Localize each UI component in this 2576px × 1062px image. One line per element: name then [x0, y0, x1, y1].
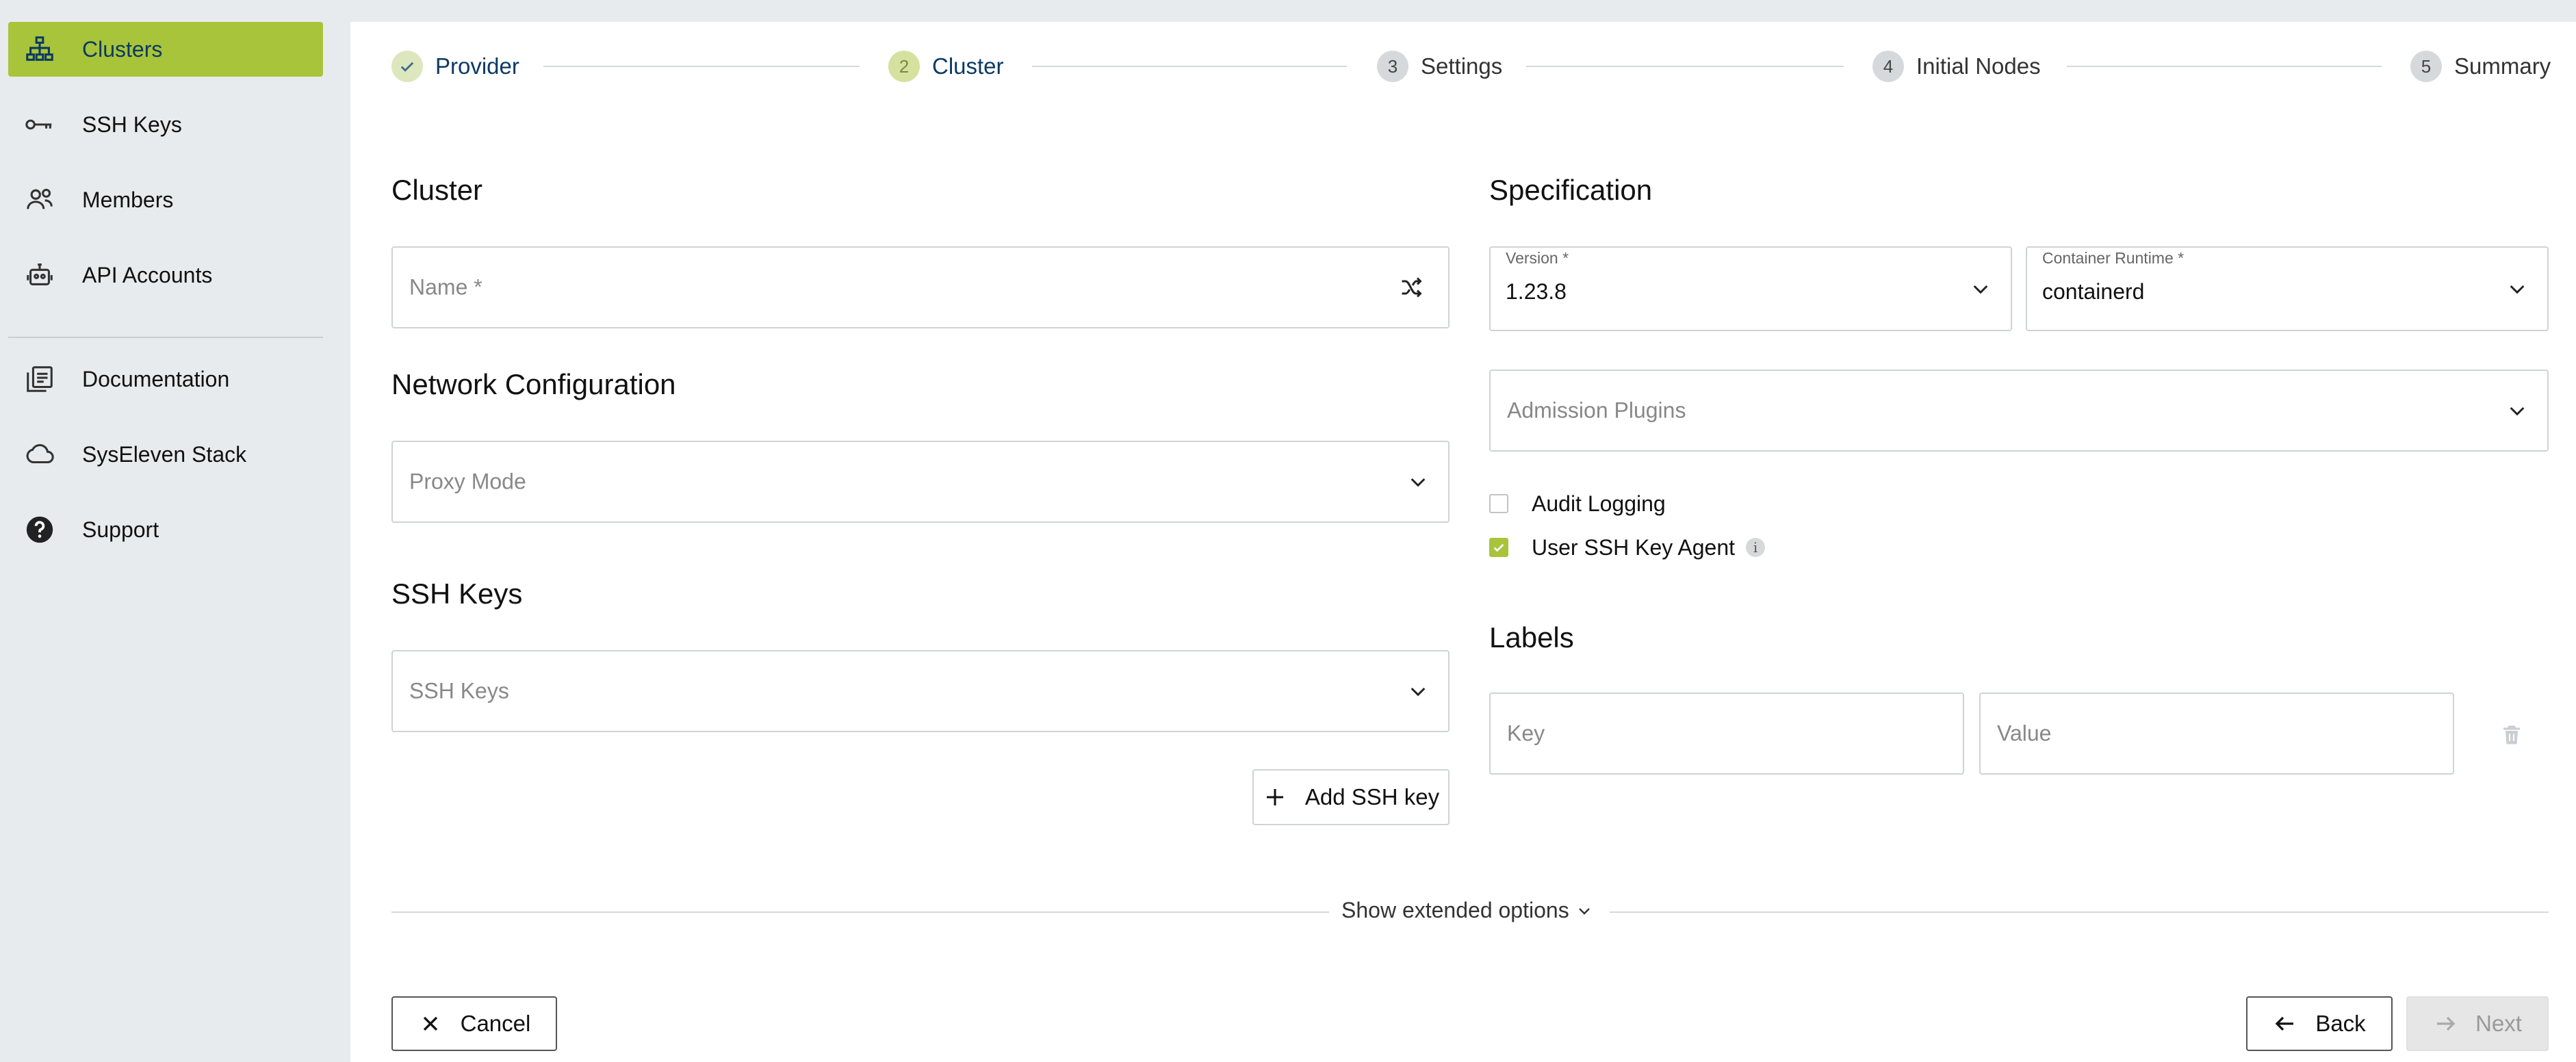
- admission-plugins-select[interactable]: Admission Plugins: [1489, 370, 2549, 452]
- step-number: 2: [888, 51, 920, 82]
- label-value-field[interactable]: Value: [1979, 692, 2454, 775]
- cancel-button[interactable]: Cancel: [391, 996, 557, 1051]
- sidebar-item-members[interactable]: Members: [8, 172, 323, 227]
- version-label: Version *: [1506, 249, 1569, 267]
- step-number: 3: [1377, 51, 1408, 82]
- delete-icon[interactable]: [2499, 721, 2524, 749]
- label-key-field[interactable]: Key: [1489, 692, 1964, 775]
- key-icon: [21, 105, 59, 144]
- label-key-placeholder: Key: [1507, 721, 1545, 746]
- admission-plugins-placeholder: Admission Plugins: [1507, 398, 1686, 423]
- ssh-keys-select[interactable]: SSH Keys: [391, 650, 1450, 732]
- cluster-section-title: Cluster: [391, 174, 483, 206]
- network-section-title: Network Configuration: [391, 368, 676, 400]
- sidebar-item-label: Support: [82, 517, 159, 542]
- add-ssh-key-button[interactable]: Add SSH key: [1252, 769, 1450, 825]
- container-runtime-value: containerd: [2042, 279, 2145, 304]
- ssh-key-agent-row[interactable]: User SSH Key Agent i: [1489, 534, 1766, 561]
- step-provider[interactable]: Provider: [391, 49, 519, 83]
- sidebar-item-ssh-keys[interactable]: SSH Keys: [8, 97, 323, 152]
- check-icon: [391, 51, 423, 82]
- audit-logging-label: Audit Logging: [1532, 491, 1666, 516]
- stepper-connector: [1032, 66, 1347, 67]
- step-label: Settings: [1421, 53, 1503, 79]
- step-number: 4: [1872, 51, 1904, 82]
- arrow-left-icon: [2275, 1016, 2294, 1031]
- chevron-down-icon: [1578, 907, 1590, 915]
- chevron-down-icon: [1973, 285, 1988, 294]
- stepper-connector: [543, 66, 860, 67]
- audit-logging-checkbox[interactable]: [1489, 494, 1508, 513]
- chevron-down-icon: [1411, 478, 1426, 487]
- ssh-key-agent-label: User SSH Key Agent: [1532, 534, 1736, 560]
- chevron-down-icon: [2510, 406, 2525, 416]
- back-button[interactable]: Back: [2246, 996, 2393, 1051]
- sidebar-item-label: Documentation: [82, 366, 230, 391]
- sidebar-item-syseleven-stack[interactable]: SysEleven Stack: [8, 427, 323, 482]
- sidebar-divider: [8, 337, 323, 338]
- sidebar-item-documentation[interactable]: Documentation: [8, 352, 323, 406]
- audit-logging-row[interactable]: Audit Logging: [1489, 490, 1666, 517]
- sidebar-item-label: SysEleven Stack: [82, 441, 247, 467]
- ssh-key-agent-checkbox[interactable]: [1489, 538, 1508, 557]
- step-settings: 3 Settings: [1377, 49, 1502, 83]
- next-button[interactable]: Next: [2406, 996, 2549, 1051]
- sidebar-item-label: Clusters: [82, 36, 163, 62]
- plus-icon: [1266, 789, 1283, 805]
- sidebar-item-label: SSH Keys: [82, 112, 182, 137]
- step-label: Initial Nodes: [1916, 53, 2041, 79]
- ssh-keys-section-title: SSH Keys: [391, 578, 523, 610]
- cluster-name-field[interactable]: Name *: [391, 246, 1450, 328]
- arrow-right-icon: [2437, 1016, 2456, 1031]
- proxy-mode-placeholder: Proxy Mode: [409, 469, 526, 494]
- documentation-icon: [21, 360, 59, 398]
- check-icon: [1493, 543, 1504, 552]
- sidebar-item-support[interactable]: Support: [8, 502, 323, 557]
- chevron-down-icon: [2510, 285, 2525, 294]
- close-icon: [423, 1016, 437, 1031]
- shuffle-icon[interactable]: [1399, 275, 1424, 300]
- labels-section-title: Labels: [1489, 621, 1574, 653]
- add-ssh-key-label: Add SSH key: [1304, 784, 1440, 810]
- sidebar-item-label: API Accounts: [82, 262, 213, 287]
- step-label: Summary: [2454, 53, 2551, 79]
- ssh-keys-placeholder: SSH Keys: [409, 678, 509, 703]
- stepper-connector: [2067, 66, 2382, 67]
- container-runtime-select[interactable]: Container Runtime * containerd: [2026, 246, 2549, 331]
- sidebar-item-clusters[interactable]: Clusters: [8, 22, 323, 77]
- proxy-mode-select[interactable]: Proxy Mode: [391, 441, 1450, 523]
- next-label: Next: [2475, 1011, 2522, 1036]
- help-icon: [21, 510, 59, 549]
- members-icon: [21, 181, 59, 219]
- step-cluster[interactable]: 2 Cluster: [888, 49, 1004, 83]
- stepper-connector: [1526, 66, 1844, 67]
- label-value-placeholder: Value: [1997, 721, 2052, 746]
- step-summary: 5 Summary: [2410, 49, 2551, 83]
- extended-divider-right: [1610, 911, 2549, 913]
- show-extended-options-toggle[interactable]: Show extended options: [1341, 898, 1593, 923]
- version-select[interactable]: Version * 1.23.8: [1489, 246, 2012, 331]
- back-label: Back: [2315, 1011, 2366, 1036]
- cancel-label: Cancel: [460, 1011, 531, 1036]
- step-initial-nodes: 4 Initial Nodes: [1872, 49, 2041, 83]
- show-extended-options-label: Show extended options: [1341, 898, 1569, 922]
- extended-divider-left: [391, 911, 1329, 913]
- sidebar-item-api-accounts[interactable]: API Accounts: [8, 248, 323, 302]
- sidebar: Clusters SSH Keys Members API Accounts D…: [0, 0, 348, 1062]
- clusters-icon: [21, 30, 59, 68]
- container-runtime-label: Container Runtime *: [2042, 249, 2185, 267]
- step-label: Provider: [435, 53, 519, 79]
- sidebar-item-label: Members: [82, 187, 174, 212]
- info-icon[interactable]: i: [1746, 538, 1766, 557]
- main-panel: Provider 2 Cluster 3 Settings 4 Initial …: [350, 22, 2576, 1062]
- step-label: Cluster: [932, 53, 1004, 79]
- step-number: 5: [2410, 51, 2442, 82]
- chevron-down-icon: [1411, 687, 1426, 697]
- robot-icon: [21, 256, 59, 294]
- specification-section-title: Specification: [1489, 174, 1653, 206]
- name-placeholder: Name *: [409, 274, 482, 300]
- cloud-icon: [21, 435, 59, 474]
- version-value: 1.23.8: [1506, 279, 1567, 304]
